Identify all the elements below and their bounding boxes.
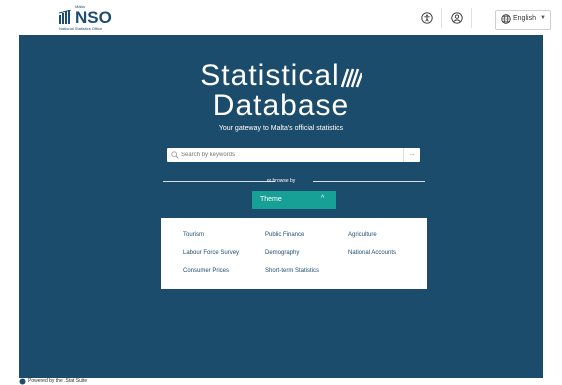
footer-text[interactable]: Powered by the .Stat Suite [28, 378, 87, 384]
logo-subtitle: National Statistics Office [59, 26, 103, 31]
language-selector[interactable]: English ▼ [495, 10, 551, 30]
footer: Powered by the .Stat Suite [0, 378, 562, 385]
theme-link-labour-force-survey[interactable]: Labour Force Survey [183, 250, 239, 256]
tagline: Your gateway to Malta's official statist… [218, 125, 344, 132]
logo-bars-icon [59, 10, 72, 24]
header-divider [441, 8, 442, 28]
theme-list-panel: Tourism Labour Force Survey Consumer Pri… [161, 218, 427, 289]
theme-button-label: Theme [260, 196, 282, 203]
arrow-right-icon: → [408, 149, 416, 158]
theme-link-tourism[interactable]: Tourism [183, 232, 204, 238]
theme-link-public-finance[interactable]: Public Finance [265, 232, 304, 238]
theme-link-short-term-statistics[interactable]: Short-term Statistics [265, 268, 319, 274]
hero-section: Statistical Database Your gateway to Mal… [19, 35, 543, 378]
language-label: English [513, 15, 536, 22]
search-icon [171, 151, 179, 159]
top-header: Malta NSO National Statistics Office Eng… [19, 0, 551, 36]
user-account-icon[interactable] [451, 12, 463, 24]
search-box[interactable]: → [167, 148, 420, 162]
theme-link-agriculture[interactable]: Agriculture [348, 232, 377, 238]
search-input[interactable] [181, 150, 391, 160]
logo-text: NSO [75, 8, 112, 27]
browse-by-label: or browse by [266, 178, 296, 184]
theme-link-national-accounts[interactable]: National Accounts [348, 250, 396, 256]
theme-link-consumer-prices[interactable]: Consumer Prices [183, 268, 229, 274]
theme-link-demography[interactable]: Demography [265, 250, 299, 256]
theme-toggle-button[interactable]: Theme ^ [252, 191, 336, 209]
globe-icon [501, 14, 511, 24]
caret-down-icon: ▼ [540, 15, 546, 21]
search-submit-button[interactable]: → [403, 148, 420, 162]
title-line-2: Database [212, 89, 350, 122]
nso-logo[interactable]: Malta NSO National Statistics Office [59, 4, 139, 31]
header-divider [471, 8, 472, 28]
stat-suite-logo-icon [19, 378, 26, 385]
divider-right [313, 181, 425, 182]
stat-bars-mark-icon [340, 68, 362, 88]
title-line-1: Statistical [19, 59, 543, 93]
accessibility-icon[interactable] [421, 12, 433, 24]
chevron-up-icon: ^ [321, 195, 325, 202]
